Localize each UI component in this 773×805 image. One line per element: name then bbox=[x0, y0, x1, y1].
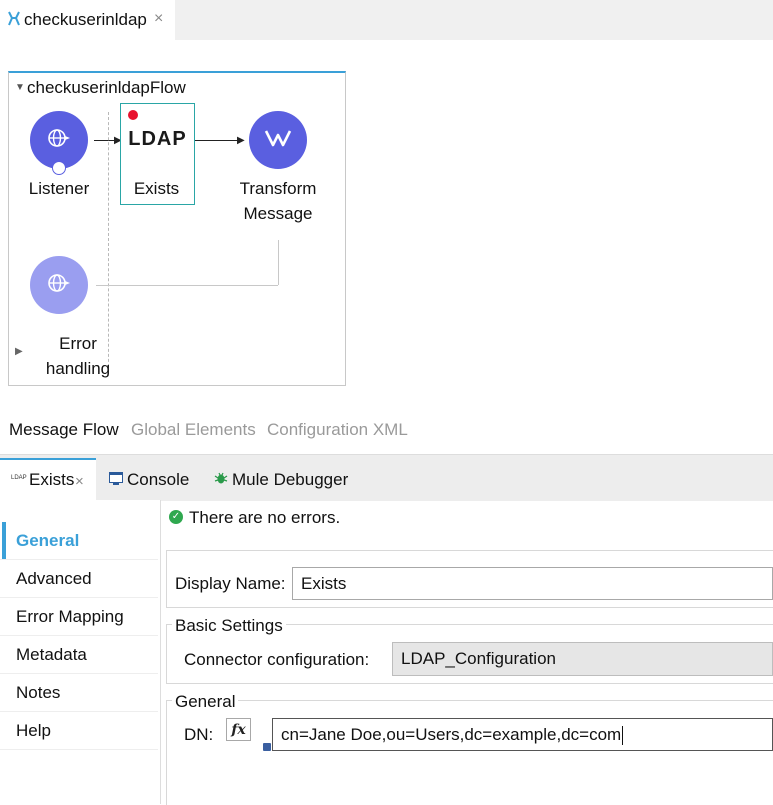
close-icon[interactable]: × bbox=[75, 473, 84, 490]
globe-icon bbox=[46, 125, 72, 156]
sidenav-label: Error Mapping bbox=[16, 607, 124, 626]
breakpoint-icon[interactable] bbox=[128, 110, 138, 120]
fx-expression-toggle[interactable]: fx bbox=[226, 718, 251, 741]
sidenav-label: Metadata bbox=[16, 645, 87, 664]
sidenav-item-general[interactable]: General bbox=[0, 522, 158, 560]
close-icon[interactable]: × bbox=[154, 10, 163, 28]
dn-label: DN: bbox=[184, 725, 214, 744]
ldap-small-icon: LDAP bbox=[11, 475, 27, 481]
error-handling-line2: handling bbox=[45, 359, 111, 378]
connector-configuration-select[interactable]: LDAP_Configuration bbox=[392, 642, 773, 676]
console-icon bbox=[109, 472, 123, 490]
debugger-bug-icon bbox=[214, 471, 228, 490]
collapse-caret-icon[interactable]: ▼ bbox=[15, 82, 25, 93]
panel-tab-console[interactable]: Console bbox=[127, 470, 189, 490]
transform-label-line2: Message bbox=[243, 204, 313, 223]
error-handling-line1: Error bbox=[59, 334, 97, 353]
return-line bbox=[278, 240, 279, 285]
sidenav-label: Help bbox=[16, 721, 51, 740]
tab-message-flow[interactable]: Message Flow bbox=[9, 420, 119, 440]
tab-global-elements[interactable]: Global Elements bbox=[131, 420, 256, 440]
sidenav-item-notes[interactable]: Notes bbox=[0, 674, 158, 712]
arrow-head-icon: ▶ bbox=[237, 135, 245, 146]
info-icon bbox=[263, 743, 271, 751]
sidenav-item-help[interactable]: Help bbox=[0, 712, 158, 750]
text-cursor bbox=[622, 726, 624, 746]
dataweave-icon bbox=[263, 126, 293, 155]
panel-tab-mule-debugger[interactable]: Mule Debugger bbox=[232, 470, 348, 490]
error-handling-node[interactable] bbox=[30, 256, 88, 314]
basic-settings-title: Basic Settings bbox=[172, 616, 286, 636]
dn-input-value: cn=Jane Doe,ou=Users,dc=example,dc=com bbox=[281, 725, 622, 744]
display-name-label: Display Name: bbox=[175, 574, 286, 593]
general-group-title: General bbox=[172, 692, 239, 712]
listener-label: Listener bbox=[28, 179, 90, 198]
panel-tab-exists-label: Exists bbox=[29, 470, 75, 489]
sidenav-item-advanced[interactable]: Advanced bbox=[0, 560, 158, 598]
connector-configuration-label: Connector configuration: bbox=[184, 650, 370, 669]
sidenav-item-metadata[interactable]: Metadata bbox=[0, 636, 158, 674]
check-ok-icon: ✓ bbox=[169, 510, 183, 524]
ldap-icon: LDAP bbox=[128, 128, 187, 150]
validation-status: There are no errors. bbox=[189, 508, 341, 527]
transform-message-node[interactable] bbox=[249, 111, 307, 169]
source-badge-icon bbox=[52, 161, 66, 175]
connector-line bbox=[194, 140, 242, 141]
globe-icon bbox=[46, 270, 72, 301]
mule-file-icon bbox=[7, 11, 21, 32]
general-group bbox=[166, 700, 773, 805]
sidenav-label: General bbox=[16, 531, 80, 550]
dn-input[interactable]: cn=Jane Doe,ou=Users,dc=example,dc=com bbox=[272, 718, 773, 751]
editor-tab[interactable]: checkuserinldap × bbox=[0, 0, 175, 40]
sidenav-item-error-mapping[interactable]: Error Mapping bbox=[0, 598, 158, 636]
ldap-node-label: Exists bbox=[133, 179, 180, 198]
expand-caret-icon[interactable]: ▶ bbox=[15, 346, 23, 357]
flow-title: checkuserinldapFlow bbox=[27, 78, 186, 97]
sidenav-label: Notes bbox=[16, 683, 61, 702]
display-name-input[interactable]: Exists bbox=[292, 567, 773, 600]
sidenav-label: Advanced bbox=[16, 569, 92, 588]
editor-tab-label: checkuserinldap bbox=[24, 10, 147, 29]
transform-label-line1: Transform bbox=[239, 179, 317, 198]
return-line bbox=[96, 285, 278, 286]
tab-configuration-xml[interactable]: Configuration XML bbox=[267, 420, 408, 440]
